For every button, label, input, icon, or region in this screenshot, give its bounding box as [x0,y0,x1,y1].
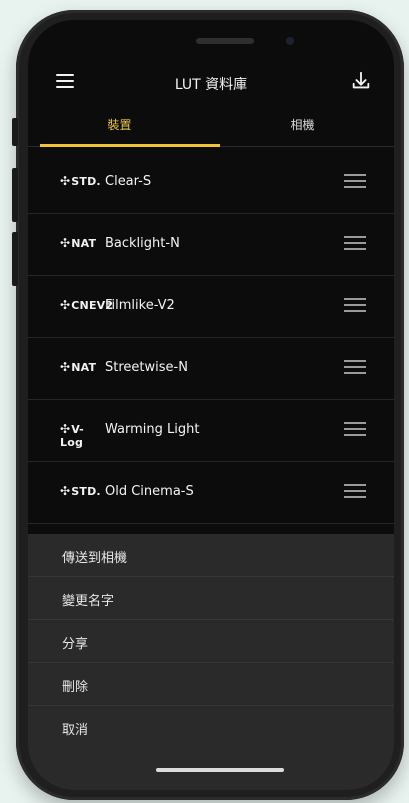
drag-handle-icon[interactable] [344,236,366,250]
lut-row-backlight-n[interactable]: ✣NAT Backlight-N [28,214,394,276]
tab-camera[interactable]: 相機 [211,116,394,133]
lut-type-badge: ✣NAT [60,236,97,250]
lut-row-clear-s[interactable]: ✣STD. Clear-S [28,152,394,214]
lut-type-badge: ✣STD. [60,174,101,188]
drag-handle-icon[interactable] [344,298,366,312]
speaker [196,38,254,44]
drag-handle-icon[interactable] [344,360,366,374]
silent-switch [12,118,18,146]
download-icon[interactable] [350,70,372,92]
lut-name: Filmlike-V2 [105,298,175,313]
home-indicator[interactable] [156,768,284,772]
volume-down-button [12,232,18,286]
lut-row-warming-light[interactable]: ✣V-Log Warming Light [28,400,394,462]
app-screen: LUT 資料庫 裝置 相機 ✣STD. Clear-S ✣NAT Backlig… [28,20,394,790]
page-title: LUT 資料庫 [174,77,248,93]
top-bar: LUT 資料庫 [28,64,394,106]
tab-device[interactable]: 裝置 [28,116,211,133]
front-camera [286,37,294,45]
lut-name: Warming Light [105,422,200,437]
action-sheet: 傳送到相機 變更名字 分享 刪除 取消 [28,534,394,790]
lut-name: Clear-S [105,174,152,189]
active-tab-indicator [40,144,220,147]
lut-type-badge: ✣CNEV2 [60,298,114,312]
lut-name: Backlight-N [105,236,180,251]
volume-up-button [12,168,18,222]
action-send-to-camera[interactable]: 傳送到相機 [28,534,394,577]
lut-row-filmlike-v2[interactable]: ✣CNEV2 Filmlike-V2 [28,276,394,338]
action-delete[interactable]: 刪除 [28,663,394,706]
drag-handle-icon[interactable] [344,174,366,188]
action-share[interactable]: 分享 [28,620,394,663]
lut-name: Streetwise-N [105,360,188,375]
drag-handle-icon[interactable] [344,422,366,436]
lut-row-old-cinema-s[interactable]: ✣STD. Old Cinema-S [28,462,394,524]
lut-type-badge: ✣NAT [60,360,97,374]
lut-type-badge: ✣STD. [60,484,101,498]
tab-bar: 裝置 相機 [28,106,394,147]
action-rename[interactable]: 變更名字 [28,577,394,620]
drag-handle-icon[interactable] [344,484,366,498]
lut-type-badge: ✣V-Log [60,422,84,449]
lut-row-streetwise-n[interactable]: ✣NAT Streetwise-N [28,338,394,400]
lut-list: ✣STD. Clear-S ✣NAT Backlight-N ✣CNEV2 Fi… [28,152,394,524]
lut-name: Old Cinema-S [105,484,194,499]
action-cancel[interactable]: 取消 [28,706,394,748]
